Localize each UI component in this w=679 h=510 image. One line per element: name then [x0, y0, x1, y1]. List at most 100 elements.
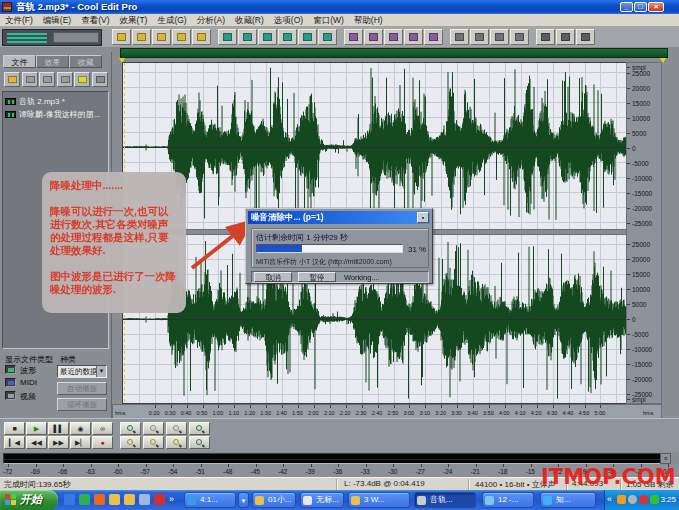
record-button[interactable]: ●: [92, 436, 113, 449]
silence-button[interactable]: [384, 29, 403, 45]
menu-effects[interactable]: 效果(T): [115, 14, 153, 27]
organizer-tool-6-button[interactable]: [92, 72, 108, 87]
filetype-checkbox-midi[interactable]: [5, 378, 16, 387]
file-list-item[interactable]: 谭咏麟-像我这样的朋...: [3, 108, 108, 121]
amplitude-ruler[interactable]: smpl2500020000150001000050000-5000-10000…: [626, 62, 662, 404]
menu-favorites[interactable]: 收藏(R): [230, 14, 269, 27]
dialog-close-icon[interactable]: ▪: [417, 212, 429, 223]
filetype-checkbox-波形[interactable]: [5, 365, 16, 374]
play-button[interactable]: ▶: [26, 422, 47, 435]
organizer-button-1[interactable]: 自动播放: [57, 382, 107, 395]
zoom-selection-button[interactable]: [189, 422, 210, 435]
dropdown-arrow-icon[interactable]: ▼: [96, 366, 106, 377]
task-button-1[interactable]: 4:1...: [184, 492, 236, 508]
copy-button[interactable]: [278, 29, 297, 45]
organizer-tool-5-button[interactable]: [74, 72, 90, 87]
task-button-5[interactable]: 音轨...: [414, 492, 476, 508]
quicklaunch-icon-5[interactable]: [124, 494, 135, 505]
rewind-button[interactable]: ◀◀: [26, 436, 47, 449]
menu-help[interactable]: 帮助(H): [349, 14, 388, 27]
multitrack-view-button[interactable]: [490, 29, 509, 45]
zoom-in-button[interactable]: [120, 422, 141, 435]
cue-list-button[interactable]: [510, 29, 529, 45]
organizer-tab-effects[interactable]: 效果: [36, 55, 69, 68]
menu-generate[interactable]: 生成(G): [152, 14, 191, 27]
quicklaunch-icon-1[interactable]: [64, 494, 75, 505]
cancel-button[interactable]: 取消: [254, 272, 292, 282]
maximize-button[interactable]: □: [634, 2, 647, 12]
timeline-ruler[interactable]: hmshms0:200:300:400:501:001:101:201:301:…: [112, 404, 662, 419]
view-toggle-button[interactable]: [2, 29, 102, 46]
quicklaunch-icon-6[interactable]: [139, 494, 150, 505]
go-start-button[interactable]: ▎◀: [4, 436, 25, 449]
menu-edit[interactable]: 编辑(E): [38, 14, 76, 27]
quicklaunch-icon-2[interactable]: [79, 494, 90, 505]
file-list-item[interactable]: 音轨 2.mp3 *: [3, 95, 108, 108]
task-button-7[interactable]: 知...: [540, 492, 596, 508]
dialog-title[interactable]: 噪音清除中... (p=1): [248, 211, 430, 224]
menu-window[interactable]: 窗口(W): [308, 14, 349, 27]
open-file-button[interactable]: [132, 29, 151, 45]
organizer-tool-4-button[interactable]: [57, 72, 73, 87]
menu-options[interactable]: 选项(O): [269, 14, 308, 27]
go-end-button[interactable]: ▶▏: [70, 436, 91, 449]
waveform-view-button[interactable]: [470, 29, 489, 45]
level-meter[interactable]: [3, 453, 671, 464]
pause-button[interactable]: 暂停: [298, 272, 336, 282]
sort-dropdown[interactable]: 最近的数据▼: [57, 365, 107, 378]
loop-button[interactable]: ∞: [92, 422, 113, 435]
save-file-button[interactable]: [152, 29, 171, 45]
file-info-button[interactable]: [192, 29, 211, 45]
tray-icon-3[interactable]: [639, 495, 648, 504]
envelope-button[interactable]: [424, 29, 443, 45]
cut-button[interactable]: [258, 29, 277, 45]
organizer-tab-favorites[interactable]: 收藏: [69, 55, 102, 68]
zoom-left-button[interactable]: [120, 436, 141, 449]
scripts-button[interactable]: [556, 29, 575, 45]
reverse-button[interactable]: [364, 29, 383, 45]
zoom-vertical-button[interactable]: [189, 436, 210, 449]
start-button[interactable]: 开始: [0, 490, 58, 510]
zoom-right-button[interactable]: [143, 436, 164, 449]
organizer-tab-files[interactable]: 文件: [3, 55, 36, 68]
zoom-out-button[interactable]: [143, 422, 164, 435]
organizer-tool-1-button[interactable]: [4, 72, 20, 87]
task-button-2[interactable]: 01小...: [252, 492, 296, 508]
pause-button[interactable]: ▌▌: [48, 422, 69, 435]
organizer-tool-2-button[interactable]: [22, 72, 38, 87]
quicklaunch-icon-7[interactable]: [154, 494, 165, 505]
filetype-checkbox-视频[interactable]: [5, 391, 16, 400]
help-tool-button[interactable]: [576, 29, 595, 45]
quicklaunch-icon-4[interactable]: [109, 494, 120, 505]
paste-button[interactable]: [298, 29, 317, 45]
undo-button[interactable]: [218, 29, 237, 45]
invert-button[interactable]: [344, 29, 363, 45]
spectral-button[interactable]: [450, 29, 469, 45]
mix-paste-button[interactable]: [318, 29, 337, 45]
quicklaunch-overflow-icon[interactable]: »: [169, 494, 174, 504]
menu-analyze[interactable]: 分析(A): [192, 14, 230, 27]
settings-button[interactable]: [536, 29, 555, 45]
redo-button[interactable]: [238, 29, 257, 45]
tray-icon-qq[interactable]: [650, 495, 659, 504]
task-button-4[interactable]: 3 W...: [348, 492, 410, 508]
tray-icon-1[interactable]: [617, 495, 626, 504]
quicklaunch-icon-3[interactable]: [94, 494, 105, 505]
task-button-3[interactable]: 无标...: [300, 492, 344, 508]
close-button[interactable]: ×: [648, 2, 664, 12]
tray-icon-2[interactable]: [628, 495, 637, 504]
meter-options-icon[interactable]: ≡: [660, 453, 671, 464]
new-file-button[interactable]: [112, 29, 131, 45]
task-group-dropdown-icon[interactable]: ▾: [238, 492, 249, 508]
fast-forward-button[interactable]: ▶▶: [48, 436, 69, 449]
zoom-center-button[interactable]: [166, 436, 187, 449]
minimize-button[interactable]: _: [620, 2, 633, 12]
task-button-6[interactable]: 12 -...: [482, 492, 534, 508]
tray-chevron-icon[interactable]: «: [607, 494, 612, 504]
play-looped-button[interactable]: ◉: [70, 422, 91, 435]
menu-file[interactable]: 文件(F): [0, 14, 38, 27]
amplify-button[interactable]: [404, 29, 423, 45]
stop-button[interactable]: ■: [4, 422, 25, 435]
menu-view[interactable]: 查看(V): [76, 14, 114, 27]
overview-navigation-bar[interactable]: [120, 48, 668, 58]
